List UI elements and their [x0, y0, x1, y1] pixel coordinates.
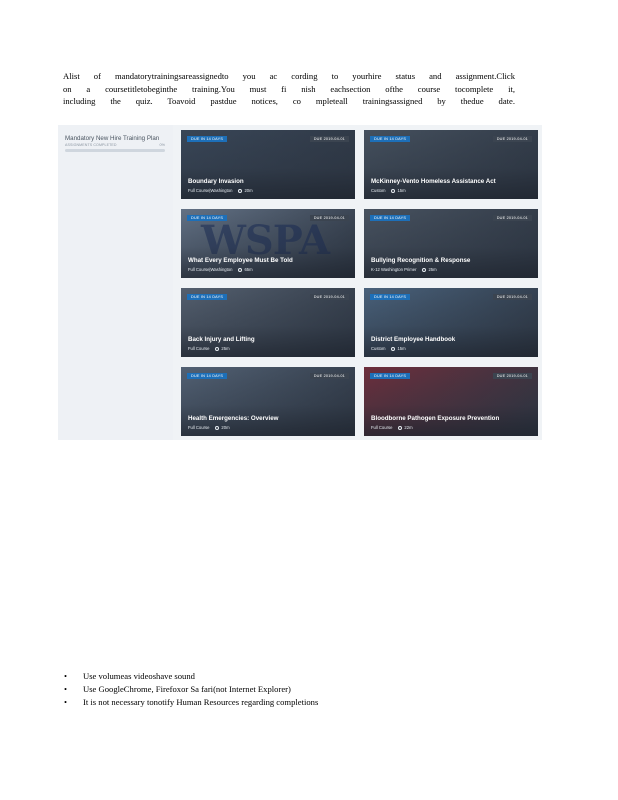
- instructions-list: • Use volumeas videoshave sound • Use Goog…: [64, 670, 404, 710]
- course-card[interactable]: DUE IN 14 DAYS DUE 2019-04-01 District Emp…: [364, 288, 538, 357]
- plan-progress-bar: [65, 149, 165, 152]
- list-item-text: Use volumeas videoshave sound: [83, 671, 195, 681]
- due-date-badge: DUE 2019-04-01: [492, 373, 532, 379]
- course-type: Full Course: [188, 346, 210, 351]
- clock-icon: [238, 188, 243, 193]
- intro-line: including the quiz. Toavoid pastdue noti…: [63, 96, 515, 107]
- list-item-text: Use GoogleChrome, Firefoxor Sa fari(not …: [83, 684, 291, 695]
- course-duration: 25m: [221, 346, 230, 351]
- course-title-link[interactable]: District Employee Handbook: [371, 336, 455, 343]
- course-meta: Full Course|Washington 65m: [188, 267, 253, 272]
- due-in-badge: DUE IN 14 DAYS: [187, 136, 228, 142]
- due-date-badge: DUE 2019-04-01: [492, 215, 532, 221]
- course-duration: 25m: [428, 267, 437, 272]
- plan-percent: 0%: [159, 143, 166, 147]
- course-meta: K-12 Washington Primer 25m: [371, 267, 437, 272]
- due-date-badge: DUE 2019-04-01: [492, 136, 532, 142]
- course-type: Custom: [371, 188, 386, 193]
- course-card[interactable]: DUE IN 14 DAYS DUE 2019-04-01 McKinney-Ven…: [364, 130, 538, 199]
- course-duration: 15m: [397, 346, 406, 351]
- course-meta: Full Course 20m: [188, 425, 230, 430]
- bullet-icon: •: [64, 684, 68, 695]
- list-item: • Use volumeas videoshave sound: [64, 670, 404, 683]
- course-meta: Custom 15m: [371, 346, 406, 351]
- due-in-badge: DUE IN 14 DAYS: [187, 215, 228, 221]
- clock-icon: [215, 425, 220, 430]
- course-title-link[interactable]: McKinney-Vento Homeless Assistance Act: [371, 178, 496, 185]
- due-date-badge: DUE 2019-04-01: [309, 373, 349, 379]
- course-title-link[interactable]: What Every Employee Must Be Told: [188, 257, 293, 264]
- intro-line: on a coursetitletobeginthe training.You …: [63, 83, 515, 94]
- plan-subtitle: ASSIGNMENTS COMPLETED: [65, 143, 117, 147]
- course-card[interactable]: DUE IN 14 DAYS DUE 2019-04-01 Bloodborne P…: [364, 367, 538, 436]
- due-in-badge: DUE IN 14 DAYS: [370, 294, 411, 300]
- course-card[interactable]: DUE IN 14 DAYS DUE 2019-04-01 Health Emerg…: [181, 367, 355, 436]
- course-type: Full Course|Washington: [188, 267, 233, 272]
- due-in-badge: DUE IN 14 DAYS: [187, 373, 228, 379]
- course-card[interactable]: DUE IN 14 DAYS DUE 2019-04-01 Boundary Inv…: [181, 130, 355, 199]
- clock-icon: [422, 267, 427, 272]
- course-title-link[interactable]: Bloodborne Pathogen Exposure Prevention: [371, 415, 499, 422]
- due-date-badge: DUE 2019-04-01: [492, 294, 532, 300]
- bullet-icon: •: [64, 697, 68, 708]
- course-duration: 22m: [404, 425, 413, 430]
- clock-icon: [391, 188, 396, 193]
- due-date-badge: DUE 2019-04-01: [309, 215, 349, 221]
- intro-paragraph: Alist of mandatorytrainingsareassignedto…: [63, 70, 515, 108]
- course-duration: 20m: [221, 425, 230, 430]
- list-item: • It is not necessary tonotify Human Reso…: [64, 696, 404, 709]
- clock-icon: [391, 346, 396, 351]
- bullet-icon: •: [64, 671, 68, 681]
- intro-line: Alist of mandatorytrainingsareassignedto…: [63, 71, 515, 81]
- course-type: Full Course: [188, 425, 210, 430]
- due-in-badge: DUE IN 14 DAYS: [187, 294, 228, 300]
- course-meta: Full Course|Washington 20m: [188, 188, 253, 193]
- list-item-text: It is not necessary tonotify Human Resou…: [83, 697, 319, 708]
- course-title-link[interactable]: Bullying Recognition & Response: [371, 257, 470, 264]
- clock-icon: [398, 425, 403, 430]
- course-meta: Custom 15m: [371, 188, 406, 193]
- course-duration: 15m: [397, 188, 406, 193]
- course-type: Custom: [371, 346, 386, 351]
- course-type: K-12 Washington Primer: [371, 267, 417, 272]
- course-card[interactable]: DUE IN 14 DAYS DUE 2019-04-01 Back Injury …: [181, 288, 355, 357]
- plan-title: Mandatory New Hire Training Plan: [65, 135, 160, 142]
- course-card[interactable]: DUE IN 14 DAYS DUE 2019-04-01 Bullying Rec…: [364, 209, 538, 278]
- training-sidebar: [58, 125, 173, 440]
- clock-icon: [215, 346, 220, 351]
- course-type: Full Course: [371, 425, 393, 430]
- course-title-link[interactable]: Back Injury and Lifting: [188, 336, 255, 343]
- due-in-badge: DUE IN 14 DAYS: [370, 215, 411, 221]
- course-title-link[interactable]: Boundary Invasion: [188, 178, 244, 185]
- due-in-badge: DUE IN 14 DAYS: [370, 136, 411, 142]
- course-duration: 20m: [244, 188, 253, 193]
- course-title-link[interactable]: Health Emergencies: Overview: [188, 415, 278, 422]
- due-date-badge: DUE 2019-04-01: [309, 294, 349, 300]
- clock-icon: [238, 267, 243, 272]
- course-meta: Full Course 25m: [188, 346, 230, 351]
- due-in-badge: DUE IN 14 DAYS: [370, 373, 411, 379]
- list-item: • Use GoogleChrome, Firefoxor Sa fari(not…: [64, 683, 404, 696]
- course-meta: Full Course 22m: [371, 425, 413, 430]
- course-type: Full Course|Washington: [188, 188, 233, 193]
- course-duration: 65m: [244, 267, 253, 272]
- training-plan-card[interactable]: Mandatory New Hire Training Plan ASSIGNM…: [60, 131, 170, 158]
- due-date-badge: DUE 2019-04-01: [309, 136, 349, 142]
- course-card[interactable]: WSPADUE IN 14 DAYSDUE 2019-04-01What Eve…: [181, 209, 355, 278]
